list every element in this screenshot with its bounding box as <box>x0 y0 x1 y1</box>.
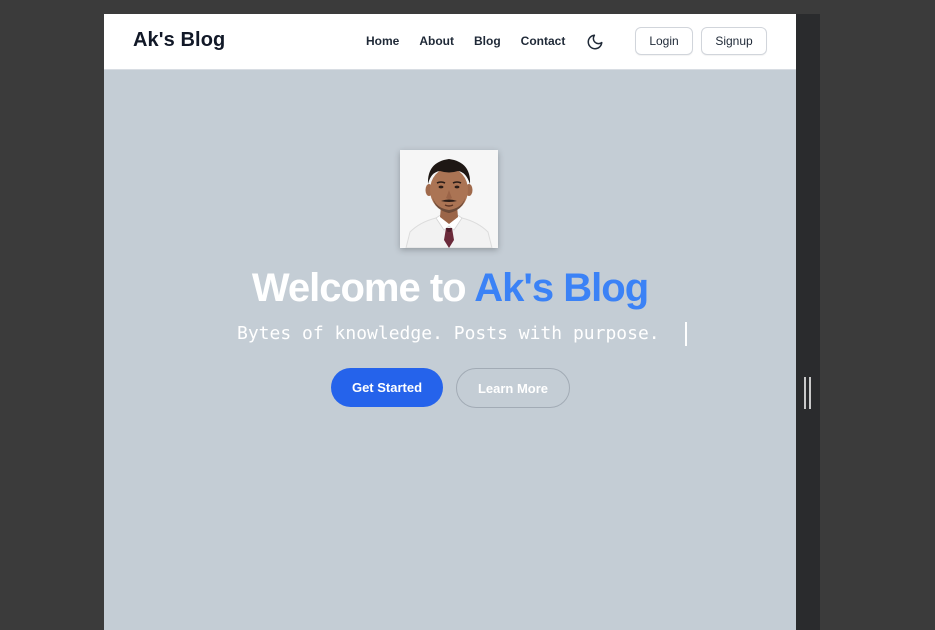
browser-viewport: Ak's Blog Home About Blog Contact Login … <box>104 14 796 630</box>
hero-title-prefix: Welcome to <box>251 266 475 310</box>
nav-about-link[interactable]: About <box>419 34 454 48</box>
resize-handle[interactable] <box>804 377 811 409</box>
hero-section: Welcome to Ak's Blog Bytes of knowledge.… <box>104 70 796 630</box>
moon-icon <box>587 34 603 50</box>
hero-title: Welcome to Ak's Blog <box>104 266 796 310</box>
side-panel-gutter <box>796 14 820 630</box>
theme-toggle-button[interactable] <box>586 33 604 51</box>
nav-blog-link[interactable]: Blog <box>474 34 501 48</box>
nav-links: Home About Blog Contact <box>366 34 585 48</box>
hero-tagline: Bytes of knowledge. Posts with purpose. <box>237 323 660 344</box>
signup-button[interactable]: Signup <box>701 27 767 55</box>
nav-contact-link[interactable]: Contact <box>521 34 566 48</box>
nav-home-link[interactable]: Home <box>366 34 399 48</box>
typing-cursor <box>685 322 687 346</box>
profile-photo-icon <box>400 150 498 248</box>
site-logo[interactable]: Ak's Blog <box>133 29 225 52</box>
hero-title-accent: Ak's Blog <box>474 266 649 310</box>
profile-photo <box>400 150 498 248</box>
learn-more-button[interactable]: Learn More <box>456 368 570 408</box>
navbar: Ak's Blog Home About Blog Contact Login … <box>104 14 796 70</box>
login-button[interactable]: Login <box>635 27 693 55</box>
get-started-button[interactable]: Get Started <box>331 368 443 407</box>
